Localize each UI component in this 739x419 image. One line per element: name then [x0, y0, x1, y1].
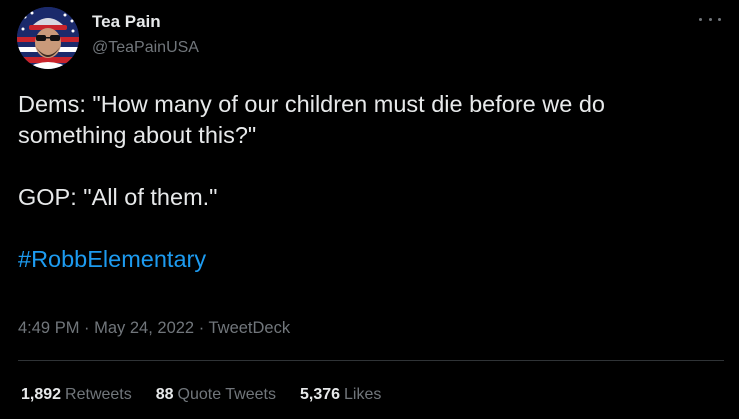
avatar-image: [17, 7, 79, 69]
more-icon-dot: [708, 17, 712, 21]
meta-separator: ·: [79, 319, 95, 337]
retweets-count: 1,892: [21, 386, 62, 403]
tweet-date[interactable]: May 24, 2022: [94, 319, 194, 337]
avatar[interactable]: [17, 7, 79, 69]
author-handle[interactable]: @TeaPainUSA: [92, 38, 199, 58]
quote-tweets-stat[interactable]: 88 Quote Tweets: [156, 385, 276, 405]
tweet-source[interactable]: TweetDeck: [208, 319, 290, 337]
hashtag-link[interactable]: #RobbElementary: [18, 246, 206, 272]
divider: [18, 360, 724, 361]
likes-label: Likes: [344, 386, 382, 403]
more-icon-dot: [699, 17, 702, 21]
meta-separator: ·: [194, 319, 209, 337]
author-block: Tea Pain @TeaPainUSA: [92, 12, 199, 58]
tweet-text-line: GOP: "All of them.": [18, 184, 218, 210]
quote-tweets-count: 88: [155, 386, 174, 403]
tweet-text-line: Dems: "How many of our children must die…: [18, 91, 605, 148]
likes-count: 5,376: [299, 386, 341, 403]
quote-tweets-label: Quote Tweets: [177, 386, 276, 403]
author-display-name[interactable]: Tea Pain: [92, 12, 199, 32]
tweet-time[interactable]: 4:49 PM: [18, 319, 79, 337]
tweet-card: Tea Pain @TeaPainUSA Dems: "How many of …: [0, 0, 739, 419]
tweet-meta: 4:49 PM · May 24, 2022 · TweetDeck: [18, 318, 290, 338]
tweet-text: Dems: "How many of our children must die…: [18, 89, 718, 275]
retweets-label: Retweets: [65, 386, 132, 403]
more-icon[interactable]: [699, 11, 721, 27]
retweets-stat[interactable]: 1,892 Retweets: [21, 385, 132, 405]
likes-stat[interactable]: 5,376 Likes: [300, 385, 381, 405]
tweet-stats: 1,892 Retweets 88 Quote Tweets 5,376 Likes: [21, 385, 381, 405]
more-icon-dot: [718, 17, 721, 21]
